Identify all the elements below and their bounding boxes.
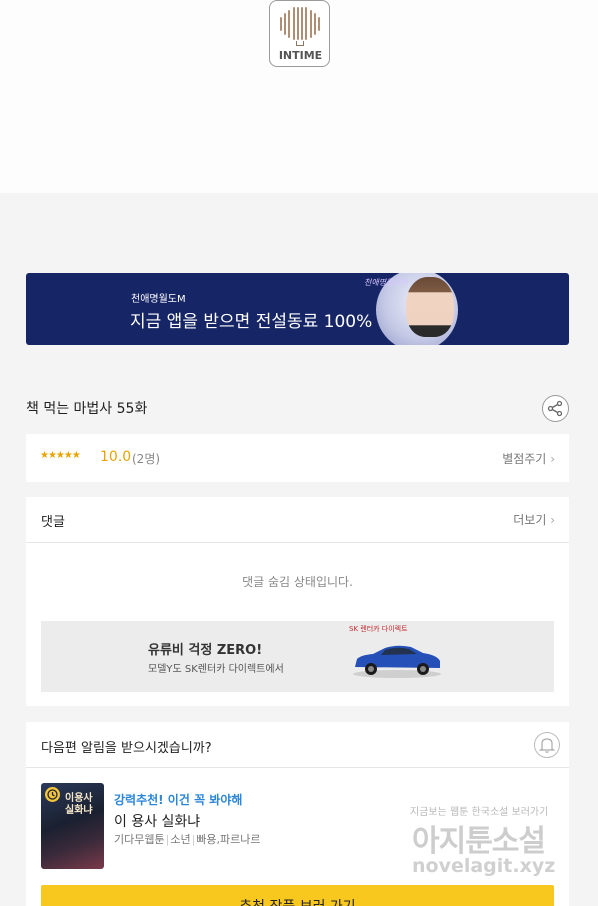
comments-more-button[interactable]: 더보기 › bbox=[513, 511, 555, 528]
rental-car-ad[interactable]: 유류비 걱정 ZERO! 모델Y도 SK렌터카 다이렉트에서 SK 렌터카 다이… bbox=[41, 621, 554, 692]
ad-subtext: 모델Y도 SK렌터카 다이렉트에서 bbox=[148, 664, 284, 675]
clock-icon bbox=[45, 787, 60, 802]
share-icon bbox=[547, 400, 563, 417]
rating-stars: ★★★★★ bbox=[40, 450, 81, 461]
notify-question: 다음편 알림을 받으시겠습니까? bbox=[41, 741, 212, 756]
rating-card: ★★★★★ 10.0 (2명) 별점주기 › bbox=[26, 434, 569, 482]
intime-logo[interactable]: INTIME bbox=[269, 0, 330, 67]
rating-score: 10.0 bbox=[100, 449, 132, 465]
ad-headline: 유류비 걱정 ZERO! bbox=[148, 643, 263, 658]
recommend-thumbnail[interactable]: 이용사 실화냐 bbox=[41, 783, 104, 869]
thumbnail-title: 이용사 실화냐 bbox=[65, 793, 93, 816]
recommend-title[interactable]: 이 용사 실화냐 bbox=[114, 811, 200, 831]
logo-text: INTIME bbox=[278, 49, 323, 62]
banner-character bbox=[406, 277, 454, 337]
ad-brand-logo: SK 렌터카 다이렉트 bbox=[349, 625, 408, 633]
rate-link-label: 별점주기 bbox=[502, 452, 547, 466]
banner-game-logo: 천애명월도M bbox=[364, 278, 408, 287]
logo-bars-icon bbox=[280, 7, 320, 40]
comments-card: 댓글 더보기 › 댓글 숨김 상태입니다. 유류비 걱정 ZERO! 모델Y도 … bbox=[26, 497, 569, 706]
chevron-right-icon: › bbox=[550, 452, 555, 466]
notify-card: 다음편 알림을 받으시겠습니까? 이용사 실화냐 강력추천! 이건 꼭 봐야해 … bbox=[26, 722, 569, 906]
meta-authors: 빠용,파르나르 bbox=[196, 833, 261, 846]
logo-mark bbox=[296, 41, 304, 46]
rate-button[interactable]: 별점주기 › bbox=[502, 450, 555, 467]
share-button[interactable] bbox=[542, 395, 569, 422]
comments-label: 댓글 bbox=[41, 515, 65, 530]
meta-category: 기다무웹툰 bbox=[114, 833, 165, 846]
divider bbox=[26, 542, 569, 543]
meta-genre: 소년 bbox=[170, 833, 191, 846]
comments-more-label: 더보기 bbox=[513, 513, 547, 527]
car-image bbox=[353, 645, 441, 678]
top-area: INTIME bbox=[0, 0, 598, 193]
divider bbox=[26, 767, 569, 768]
rating-votes: (2명) bbox=[132, 452, 161, 466]
bell-icon bbox=[538, 738, 556, 753]
chevron-right-icon: › bbox=[550, 513, 555, 527]
episode-title: 책 먹는 마법사 55화 bbox=[26, 401, 148, 417]
banner-main-text: 지금 앱을 받으면 전설동료 100% bbox=[130, 312, 373, 332]
recommend-button[interactable]: 추천 작품 보러 가기 bbox=[41, 885, 554, 906]
recommend-meta: 기다무웹툰|소년|빠용,파르나르 bbox=[114, 833, 261, 846]
recommend-tag: 강력추천! 이건 꼭 봐야해 bbox=[114, 793, 243, 807]
comments-hidden-message: 댓글 숨김 상태입니다. bbox=[242, 575, 353, 589]
game-banner-ad[interactable]: 천애명월도M 천애명월도M 지금 앱을 받으면 전설동료 100% bbox=[26, 273, 569, 345]
banner-small-text: 천애명월도M bbox=[131, 294, 186, 305]
notify-bell-button[interactable] bbox=[534, 732, 560, 758]
